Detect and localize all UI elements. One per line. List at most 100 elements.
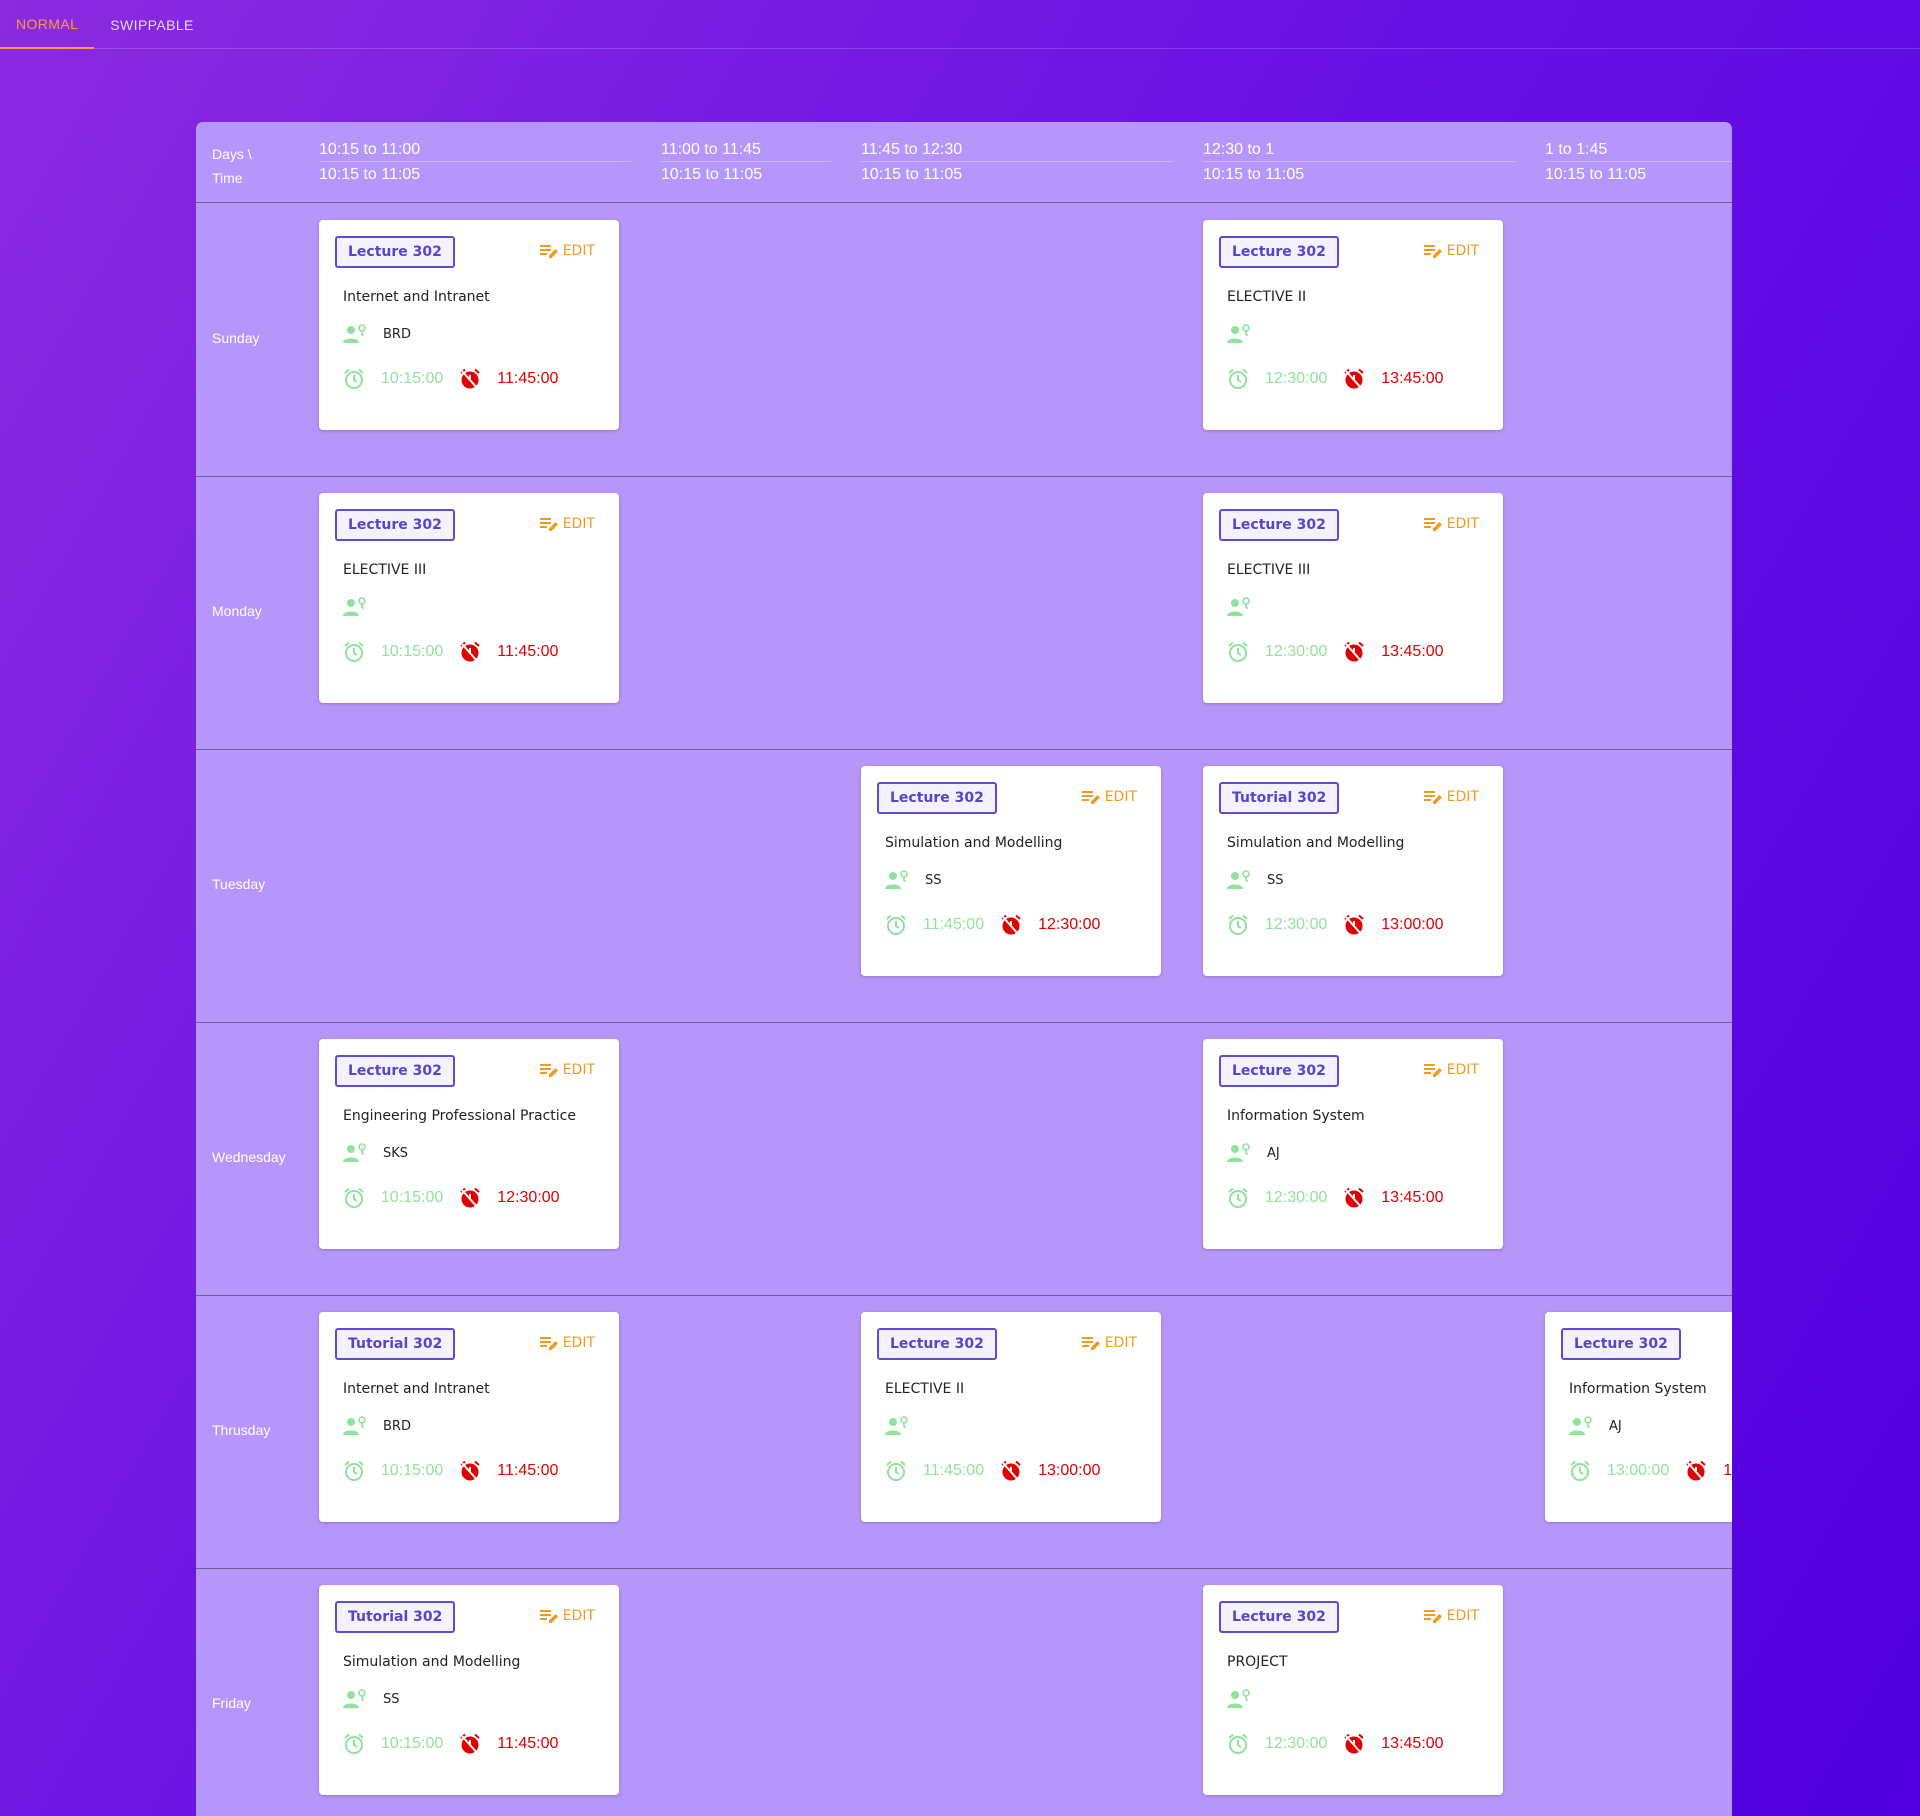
- edit-icon: [539, 1607, 559, 1625]
- alarm-off-icon: [1343, 1733, 1365, 1755]
- day-label: Sunday: [212, 330, 260, 346]
- class-type-badge: Lecture 302: [335, 1055, 455, 1087]
- day-row-tuesday: Tuesday Lecture 302 EDIT Simulation and Mod…: [196, 750, 1732, 1023]
- alarm-off-icon: [459, 1460, 481, 1482]
- day-label: Tuesday: [212, 876, 266, 892]
- teacher-icon: [1569, 1415, 1593, 1437]
- class-type-badge: Lecture 302: [1219, 1601, 1339, 1633]
- class-type-badge: Lecture 302: [1219, 1055, 1339, 1087]
- alarm-off-icon: [1343, 641, 1365, 663]
- class-type-badge: Tutorial 302: [335, 1601, 456, 1633]
- time-row: 10:15:00 11:45:00: [343, 1732, 558, 1756]
- alarm-icon: [1569, 1460, 1591, 1482]
- teacher-row: BRD: [343, 1414, 411, 1438]
- time-row: 10:15:00 12:30:00: [343, 1186, 560, 1210]
- time-slot-header: 11:00 to 11:45 10:15 to 11:05: [661, 138, 831, 186]
- start-time: 11:45:00: [923, 916, 985, 933]
- edit-label: EDIT: [1104, 789, 1137, 805]
- teacher-name: SS: [925, 872, 942, 888]
- alarm-off-icon: [459, 368, 481, 390]
- class-card: Lecture 302 EDIT ELECTIVE III 12:30:00 13:45…: [1203, 493, 1503, 703]
- slot-time-range-alt: 10:15 to 11:05: [1545, 166, 1647, 183]
- subject-name: Internet and Intranet: [343, 289, 490, 305]
- edit-button[interactable]: EDIT: [539, 242, 595, 260]
- alarm-icon: [1227, 368, 1249, 390]
- class-card: Lecture 302 EDIT Internet and Intranet BRD 1…: [319, 220, 619, 430]
- teacher-icon: [1227, 323, 1251, 345]
- edit-icon: [1423, 242, 1443, 260]
- edit-button[interactable]: EDIT: [1081, 788, 1137, 806]
- start-time: 12:30:00: [1265, 643, 1328, 660]
- teacher-icon: [343, 596, 367, 618]
- edit-icon: [539, 1334, 559, 1352]
- tab-swippable[interactable]: SWIPPABLE: [94, 0, 209, 49]
- edit-icon: [1423, 515, 1443, 533]
- day-label: Thrusday: [212, 1422, 271, 1438]
- alarm-icon: [343, 1460, 365, 1482]
- end-time: 13:45:00: [1381, 1735, 1444, 1752]
- class-card: Tutorial 302 EDIT Simulation and Modelling…: [319, 1585, 619, 1795]
- teacher-icon: [885, 1415, 909, 1437]
- class-type-badge: Tutorial 302: [1219, 782, 1340, 814]
- edit-button[interactable]: EDIT: [539, 1061, 595, 1079]
- day-row-wednesday: Wednesday Lecture 302 EDIT Engineering Prof…: [196, 1023, 1732, 1296]
- time-slot-header: 11:45 to 12:30 10:15 to 11:05: [861, 138, 1173, 186]
- alarm-icon: [1227, 1733, 1249, 1755]
- teacher-row: SS: [1227, 868, 1284, 892]
- alarm-icon: [1227, 1187, 1249, 1209]
- header-label-time: Time: [212, 170, 243, 186]
- teacher-row: AJ: [1227, 1141, 1280, 1165]
- time-row: 12:30:00 13:45:00: [1227, 1732, 1444, 1756]
- alarm-icon: [885, 1460, 907, 1482]
- alarm-icon: [1227, 641, 1249, 663]
- end-time: 13:00:00: [1381, 916, 1444, 933]
- teacher-row: AJ: [1569, 1414, 1622, 1438]
- edit-button[interactable]: EDIT: [1423, 242, 1479, 260]
- edit-icon: [1423, 1607, 1443, 1625]
- end-time: 13:45:00: [1381, 370, 1444, 387]
- class-card: Lecture 302 EDIT PROJECT 12:30:00 13:45:00: [1203, 1585, 1503, 1795]
- edit-label: EDIT: [562, 1062, 595, 1078]
- teacher-icon: [1227, 1142, 1251, 1164]
- edit-button[interactable]: EDIT: [1423, 515, 1479, 533]
- subject-name: PROJECT: [1227, 1654, 1288, 1670]
- start-time: 12:30:00: [1265, 916, 1328, 933]
- subject-name: Simulation and Modelling: [1227, 835, 1405, 851]
- alarm-off-icon: [459, 641, 481, 663]
- alarm-off-icon: [1000, 914, 1022, 936]
- edit-label: EDIT: [1446, 1062, 1479, 1078]
- edit-button[interactable]: EDIT: [539, 1607, 595, 1625]
- teacher-name: SS: [1267, 872, 1284, 888]
- edit-icon: [539, 515, 559, 533]
- teacher-icon: [343, 1142, 367, 1164]
- edit-button[interactable]: EDIT: [1423, 1061, 1479, 1079]
- teacher-row: SS: [885, 868, 942, 892]
- edit-button[interactable]: EDIT: [1423, 788, 1479, 806]
- start-time: 12:30:00: [1265, 1735, 1328, 1752]
- start-time: 10:15:00: [381, 1462, 444, 1479]
- time-slot-header: 12:30 to 1 10:15 to 11:05: [1203, 138, 1515, 186]
- teacher-icon: [1227, 869, 1251, 891]
- teacher-row: BRD: [343, 322, 411, 346]
- class-type-badge: Lecture 302: [877, 1328, 997, 1360]
- alarm-off-icon: [1000, 1460, 1022, 1482]
- slot-time-range: 1 to 1:45: [1545, 138, 1732, 162]
- slot-time-range-alt: 10:15 to 11:05: [861, 166, 963, 183]
- edit-label: EDIT: [562, 1608, 595, 1624]
- tab-normal[interactable]: NORMAL: [0, 0, 95, 49]
- teacher-name: SKS: [383, 1145, 409, 1161]
- teacher-row: [1227, 1687, 1267, 1711]
- edit-button[interactable]: EDIT: [1423, 1607, 1479, 1625]
- edit-button[interactable]: EDIT: [539, 515, 595, 533]
- edit-label: EDIT: [1446, 789, 1479, 805]
- slot-time-range-alt: 10:15 to 11:05: [319, 166, 421, 183]
- teacher-row: [343, 595, 383, 619]
- slot-time-range-alt: 10:15 to 11:05: [1203, 166, 1305, 183]
- time-slot-header: 10:15 to 11:00 10:15 to 11:05: [319, 138, 631, 186]
- time-row: 12:30:00 13:45:00: [1227, 1186, 1444, 1210]
- class-type-badge: Lecture 302: [335, 509, 455, 541]
- edit-button[interactable]: EDIT: [1081, 1334, 1137, 1352]
- timetable-header: Days \ Time 10:15 to 11:00 10:15 to 11:05…: [196, 122, 1732, 203]
- teacher-name: BRD: [383, 326, 411, 342]
- edit-button[interactable]: EDIT: [539, 1334, 595, 1352]
